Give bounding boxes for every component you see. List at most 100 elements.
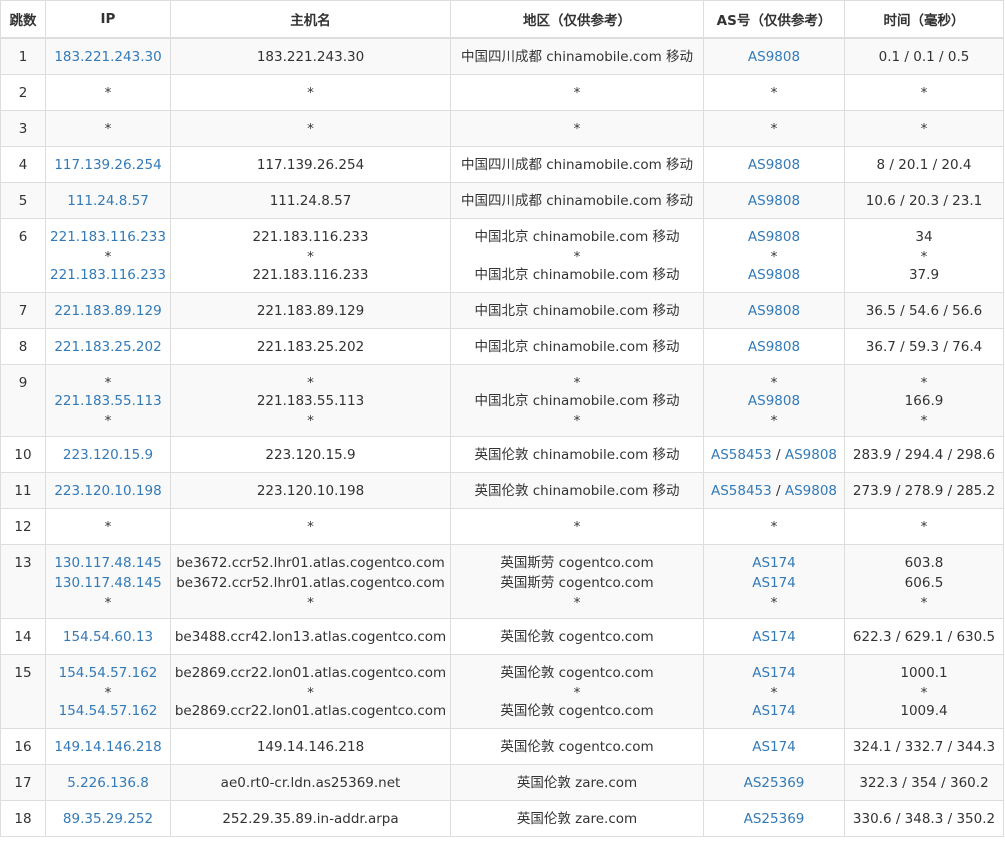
as-link[interactable]: AS9808 xyxy=(748,303,800,319)
ip-link[interactable]: 221.183.116.233 xyxy=(47,227,170,247)
ip-cell: 89.35.29.252 xyxy=(45,800,171,837)
as-link[interactable]: AS58453 xyxy=(711,447,772,463)
hop-number: 13 xyxy=(14,555,32,571)
ip-link[interactable]: 154.54.57.162 xyxy=(47,701,170,721)
hop-cell: 6 xyxy=(0,218,46,293)
hop-cell: 7 xyxy=(0,292,46,329)
as-link[interactable]: AS9808 xyxy=(748,339,800,355)
hostname-cell: 223.120.15.9 xyxy=(170,436,451,473)
as-link[interactable]: AS174 xyxy=(752,665,796,681)
time-cell: 36.7 / 59.3 / 76.4 xyxy=(844,328,1004,365)
as-link[interactable]: AS9808 xyxy=(748,267,800,283)
ip-link[interactable]: 221.183.116.233 xyxy=(47,265,170,285)
as-placeholder: * xyxy=(770,249,778,265)
ip-link[interactable]: 5.226.136.8 xyxy=(47,773,170,793)
ip-placeholder: * xyxy=(104,85,112,101)
time-cell: 1000.1 * 1009.4 xyxy=(844,654,1004,729)
ip-link[interactable]: 130.117.48.145 xyxy=(47,553,170,573)
as-line: AS9808 xyxy=(705,301,844,321)
time-text: * xyxy=(920,685,928,701)
as-cell: * xyxy=(703,508,845,545)
region-text: 英国伦敦 zare.com xyxy=(516,775,638,791)
as-link[interactable]: AS9808 xyxy=(785,447,837,463)
hostname-text: * xyxy=(307,85,314,101)
ip-link[interactable]: 130.117.48.145 xyxy=(47,573,170,593)
hostname-cell: 223.120.10.198 xyxy=(170,472,451,509)
time-text: 0.1 / 0.1 / 0.5 xyxy=(878,49,970,65)
hostname-text: * xyxy=(307,375,314,391)
table-row: 16 149.14.146.218 149.14.146.218 英国伦敦 cogen… xyxy=(0,728,1004,765)
as-line: * xyxy=(705,517,844,537)
time-cell: 322.3 / 354 / 360.2 xyxy=(844,764,1004,801)
ip-link[interactable]: 149.14.146.218 xyxy=(47,737,170,757)
hop-number: 17 xyxy=(14,775,32,791)
as-cell: AS58453 / AS9808 xyxy=(703,472,845,509)
hop-number: 8 xyxy=(18,339,28,355)
region-text: 中国四川成都 chinamobile.com 移动 xyxy=(460,157,694,173)
as-link[interactable]: AS174 xyxy=(752,555,796,571)
as-link[interactable]: AS174 xyxy=(752,629,796,645)
ip-link[interactable]: 221.183.25.202 xyxy=(47,337,170,357)
as-line: AS174 xyxy=(705,701,844,721)
hostname-text: 183.221.243.30 xyxy=(256,49,365,65)
as-link[interactable]: AS9808 xyxy=(748,393,800,409)
as-cell: AS174 AS174 * xyxy=(703,544,845,619)
ip-cell: 221.183.116.233 * 221.183.116.233 xyxy=(45,218,171,293)
as-link[interactable]: AS9808 xyxy=(748,49,800,65)
time-text: 273.9 / 278.9 / 285.2 xyxy=(852,483,996,499)
hostname-text: 221.183.25.202 xyxy=(256,339,365,355)
as-link[interactable]: AS9808 xyxy=(748,157,800,173)
as-link[interactable]: AS25369 xyxy=(744,811,805,827)
as-link[interactable]: AS58453 xyxy=(711,483,772,499)
as-link[interactable]: AS174 xyxy=(752,739,796,755)
ip-link[interactable]: 221.183.55.113 xyxy=(47,391,170,411)
ip-link[interactable]: 154.54.60.13 xyxy=(47,627,170,647)
region-text: 英国伦敦 chinamobile.com 移动 xyxy=(474,483,680,499)
as-link[interactable]: AS9808 xyxy=(748,229,800,245)
ip-link[interactable]: 89.35.29.252 xyxy=(47,809,170,829)
region-text: * xyxy=(573,121,581,137)
table-row: 4 117.139.26.254 117.139.26.254 中国四川成都 chin… xyxy=(0,146,1004,183)
table-row: 1 183.221.243.30 183.221.243.30 中国四川成都 chin… xyxy=(0,37,1004,75)
hop-number: 18 xyxy=(14,811,32,827)
as-link[interactable]: AS9808 xyxy=(785,483,837,499)
as-link[interactable]: AS174 xyxy=(752,703,796,719)
as-link[interactable]: AS9808 xyxy=(748,193,800,209)
region-text: 英国伦敦 cogentco.com xyxy=(500,665,654,681)
hostname-cell: * xyxy=(170,508,451,545)
ip-placeholder: * xyxy=(104,595,112,611)
hostname-cell: * xyxy=(170,110,451,147)
region-text: * xyxy=(573,85,581,101)
region-cell: * xyxy=(450,110,704,147)
time-cell: 36.5 / 54.6 / 56.6 xyxy=(844,292,1004,329)
as-link[interactable]: AS174 xyxy=(752,575,796,591)
ip-link[interactable]: 111.24.8.57 xyxy=(47,191,170,211)
ip-link[interactable]: 117.139.26.254 xyxy=(47,155,170,175)
hostname-cell: be2869.ccr22.lon01.atlas.cogentco.com * be… xyxy=(170,654,451,729)
hostname-text: 221.183.89.129 xyxy=(256,303,365,319)
region-text: 中国北京 chinamobile.com 移动 xyxy=(474,393,680,409)
time-text: 330.6 / 348.3 / 350.2 xyxy=(852,811,996,827)
time-text: 37.9 xyxy=(908,267,940,283)
ip-link[interactable]: 154.54.57.162 xyxy=(47,663,170,683)
region-text: 中国北京 chinamobile.com 移动 xyxy=(474,303,680,319)
hop-cell: 2 xyxy=(0,74,46,111)
hop-number: 9 xyxy=(18,375,28,391)
table-row: 11 223.120.10.198 223.120.10.198 英国伦敦 china… xyxy=(0,472,1004,509)
region-cell: 英国伦敦 chinamobile.com 移动 xyxy=(450,436,704,473)
ip-link[interactable]: 221.183.89.129 xyxy=(47,301,170,321)
region-cell: * xyxy=(450,74,704,111)
as-cell: AS174 * AS174 xyxy=(703,654,845,729)
time-text: * xyxy=(920,375,928,391)
region-cell: 英国伦敦 zare.com xyxy=(450,764,704,801)
ip-cell: 149.14.146.218 xyxy=(45,728,171,765)
as-line: AS25369 xyxy=(705,809,844,829)
ip-link[interactable]: 223.120.10.198 xyxy=(47,481,170,501)
ip-link[interactable]: 223.120.15.9 xyxy=(47,445,170,465)
hop-number: 5 xyxy=(18,193,28,209)
ip-cell: * xyxy=(45,110,171,147)
as-link[interactable]: AS25369 xyxy=(744,775,805,791)
time-cell: 10.6 / 20.3 / 23.1 xyxy=(844,182,1004,219)
ip-link[interactable]: 183.221.243.30 xyxy=(47,47,170,67)
hop-number: 4 xyxy=(18,157,28,173)
